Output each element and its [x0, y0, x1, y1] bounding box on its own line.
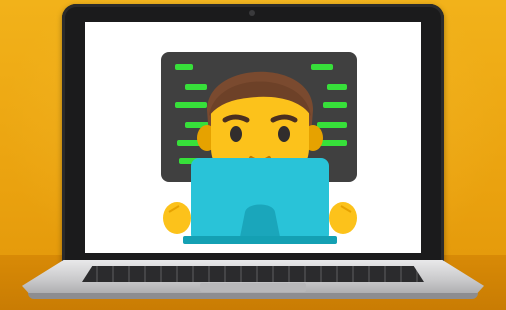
laptop-keyboard — [82, 266, 424, 282]
laptop-base-edge — [28, 293, 478, 299]
webcam-icon — [249, 10, 255, 16]
man-technologist-emoji-icon — [161, 52, 357, 244]
laptop-trackpad — [200, 283, 306, 292]
